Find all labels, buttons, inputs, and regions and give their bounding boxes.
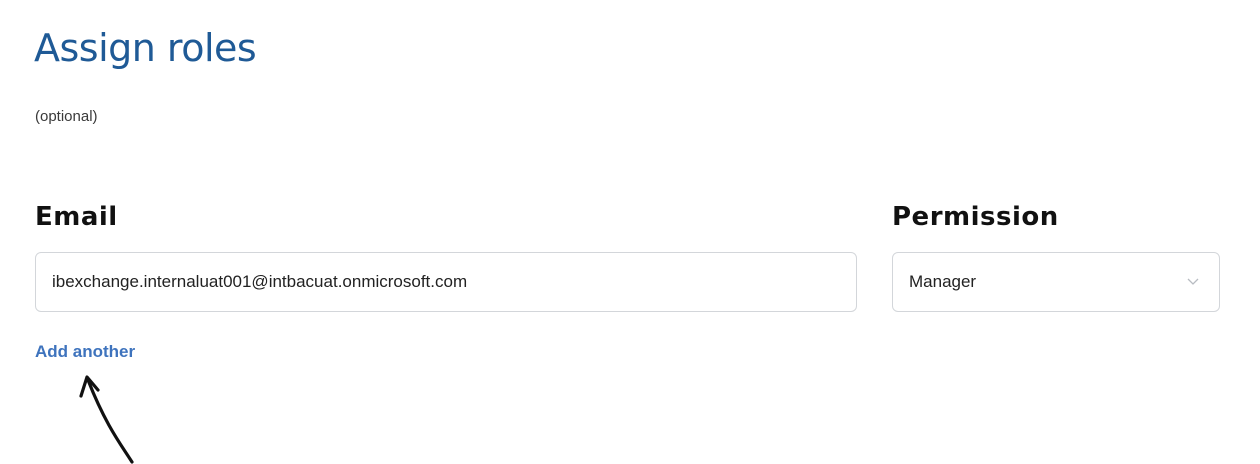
assign-roles-page: Assign roles (optional) Email Permission… xyxy=(0,0,1260,464)
permission-select[interactable]: Manager xyxy=(892,252,1220,312)
page-title: Assign roles xyxy=(34,26,257,70)
hand-drawn-arrow-icon xyxy=(79,375,134,464)
optional-hint: (optional) xyxy=(35,108,98,125)
email-label: Email xyxy=(35,202,118,232)
permission-selected-value: Manager xyxy=(909,272,977,291)
add-another-link[interactable]: Add another xyxy=(35,341,135,363)
chevron-down-icon xyxy=(1179,268,1207,296)
permission-label: Permission xyxy=(892,202,1059,232)
email-value: ibexchange.internaluat001@intbacuat.onmi… xyxy=(52,272,468,291)
email-field[interactable]: ibexchange.internaluat001@intbacuat.onmi… xyxy=(35,252,857,312)
